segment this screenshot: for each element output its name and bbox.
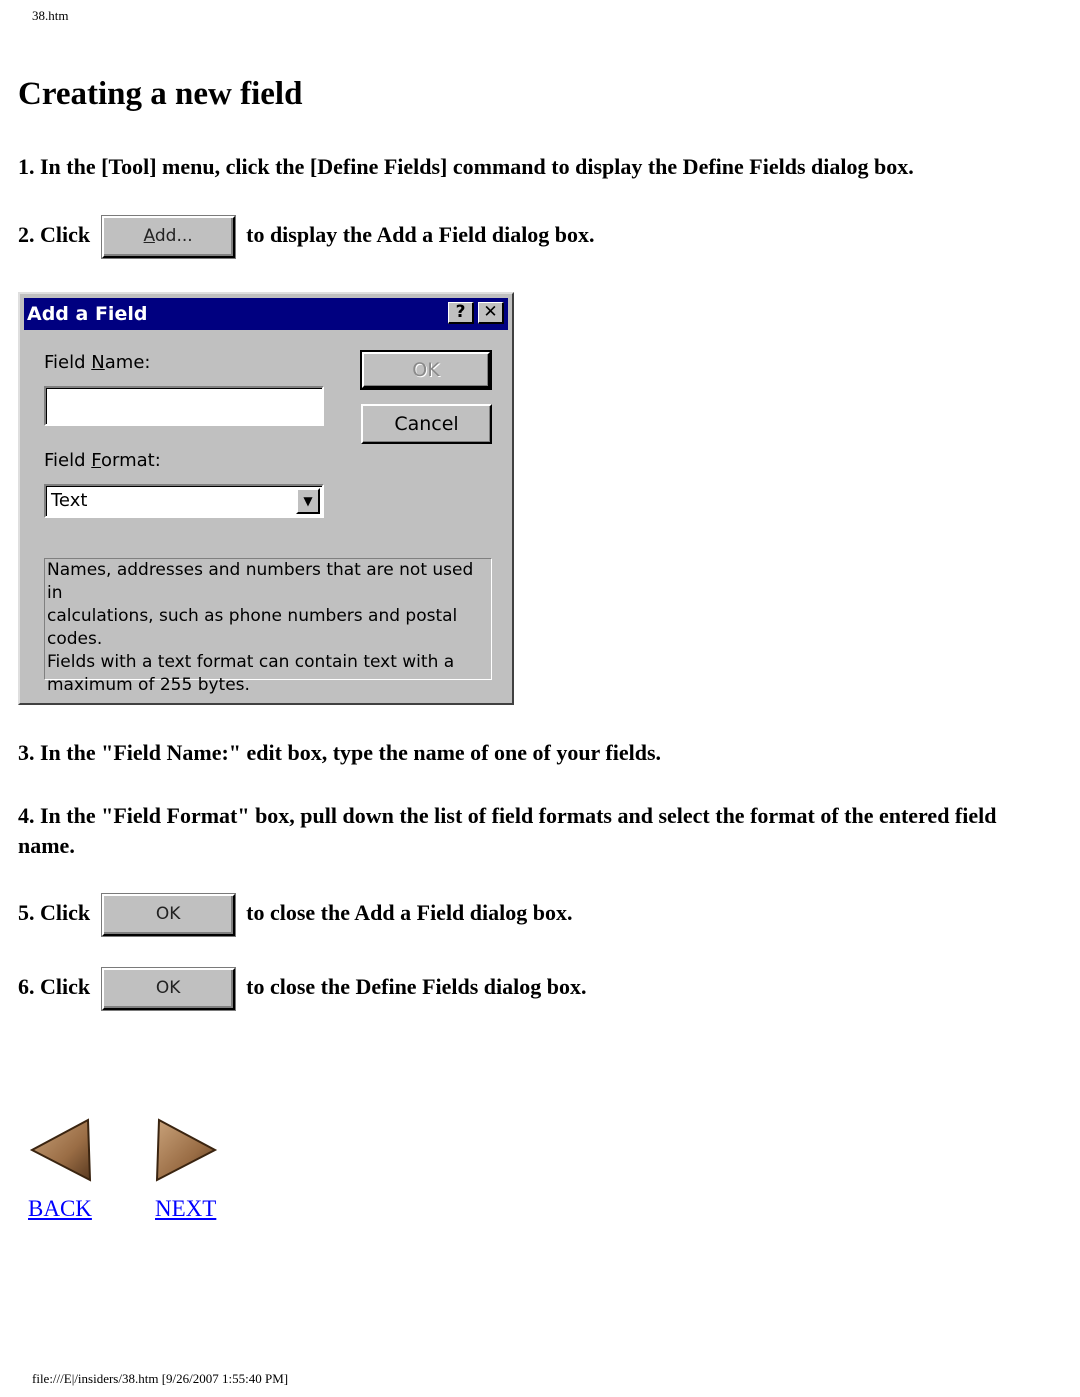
description-line: Names, addresses and numbers that are no… — [47, 560, 474, 603]
label-text: Field — [44, 450, 92, 471]
next-arrow-icon[interactable] — [155, 1118, 225, 1182]
chevron-down-icon[interactable]: ▼ — [296, 488, 320, 514]
step-5: 5. Click OK to close the Add a Field dia… — [18, 894, 572, 936]
back-arrow-icon[interactable] — [28, 1118, 98, 1182]
field-name-label: Field Name: — [44, 352, 150, 373]
step-6: 6. Click OK to close the Define Fields d… — [18, 968, 587, 1010]
step-number: 1. — [18, 154, 35, 179]
field-format-label: Field Format: — [44, 450, 161, 471]
step-suffix: to close the Define Fields dialog box. — [246, 974, 587, 1000]
step-suffix: to display the Add a Field dialog box. — [246, 222, 595, 248]
format-description: Names, addresses and numbers that are no… — [44, 558, 492, 695]
step-2: 2. Click Add... to display the Add a Fie… — [18, 216, 595, 258]
label-text: ormat: — [101, 450, 161, 471]
label-text: Field — [44, 352, 92, 373]
label-accelerator: F — [91, 450, 101, 471]
field-format-value: Text — [51, 490, 88, 511]
page-footer-path: file:///E|/insiders/38.htm [9/26/2007 1:… — [32, 1371, 289, 1386]
step-1: 1. In the [Tool] menu, click the [Define… — [18, 152, 914, 182]
dialog-ok-button[interactable]: OK — [360, 350, 492, 390]
page-title: Creating a new field — [18, 76, 303, 112]
step-number: 3. — [18, 740, 35, 765]
step-number: 2. — [18, 222, 35, 248]
field-format-select[interactable]: Text ▼ — [44, 484, 324, 518]
step-suffix: to close the Add a Field dialog box. — [246, 900, 573, 926]
step-number: 6. — [18, 974, 35, 1000]
next-link[interactable]: NEXT — [155, 1196, 216, 1222]
step-text: In the "Field Name:" edit box, type the … — [40, 740, 662, 765]
ok-button-image: OK — [101, 968, 235, 1010]
step-text: In the "Field Format" box, pull down the… — [18, 803, 997, 858]
help-icon[interactable]: ? — [448, 302, 474, 324]
description-line: maximum of 255 bytes. — [47, 675, 250, 695]
step-prefix: Click — [40, 900, 91, 926]
step-prefix: Click — [40, 222, 91, 248]
step-3: 3. In the "Field Name:" edit box, type t… — [18, 738, 661, 768]
description-line: codes. — [47, 629, 103, 649]
step-number: 4. — [18, 803, 35, 828]
page-header-filename: 38.htm — [32, 8, 69, 23]
description-line: Fields with a text format can contain te… — [47, 652, 455, 672]
step-text: In the [Tool] menu, click the [Define Fi… — [40, 154, 914, 179]
dialog-titlebar: Add a Field ? ✕ — [24, 298, 508, 330]
label-accelerator: N — [91, 352, 105, 373]
step-prefix: Click — [40, 974, 91, 1000]
close-icon[interactable]: ✕ — [478, 302, 504, 324]
dialog-cancel-button[interactable]: Cancel — [361, 404, 492, 444]
step-number: 5. — [18, 900, 35, 926]
back-link[interactable]: BACK — [28, 1196, 92, 1222]
label-text: ame: — [104, 352, 151, 373]
add-button-image: Add... — [101, 216, 235, 258]
dialog-title: Add a Field — [27, 303, 148, 325]
step-4: 4. In the "Field Format" box, pull down … — [18, 801, 1018, 861]
ok-button-image: OK — [101, 894, 235, 936]
field-name-input[interactable] — [44, 386, 324, 426]
description-line: calculations, such as phone numbers and … — [47, 606, 458, 626]
add-a-field-dialog: Add a Field ? ✕ Field Name: Field Format… — [18, 292, 514, 705]
